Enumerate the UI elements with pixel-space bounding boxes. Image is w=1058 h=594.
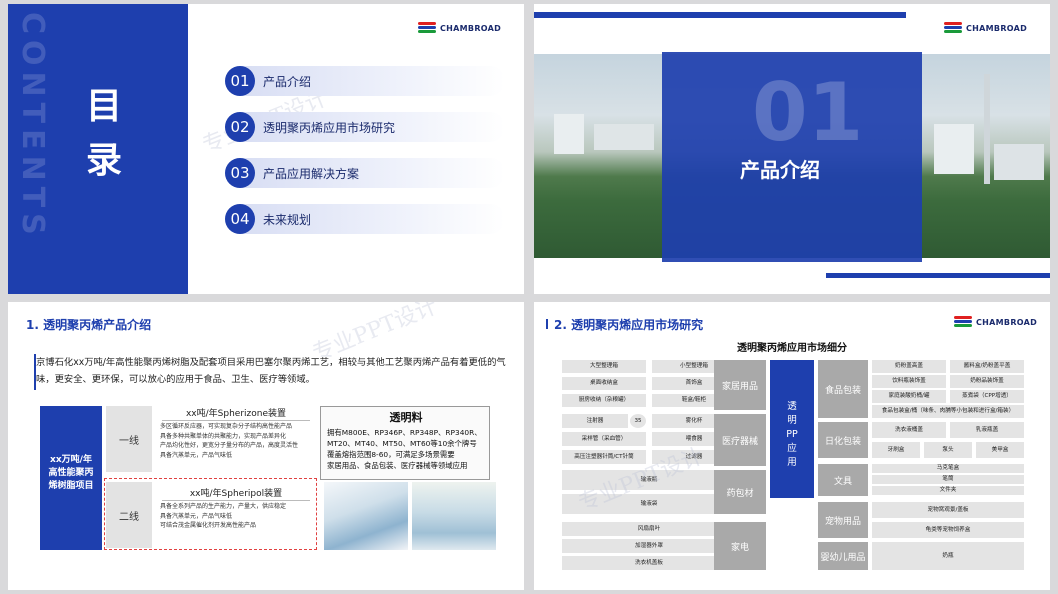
cell: 宠物窝观景/盖板 (872, 502, 1024, 518)
slide-title: 2. 透明聚丙烯应用市场研究 (554, 318, 704, 332)
slide-market-research[interactable]: 2. 透明聚丙烯应用市场研究 CHAMBROAD 透明聚丙烯应用市场细分 大型整… (534, 302, 1050, 590)
chambroad-logo: CHAMBROAD (954, 316, 1037, 328)
cell: 龟类等宠物饲养盒 (872, 522, 1024, 538)
line-2-label: 二线 (106, 482, 152, 548)
cell: 蒸煮袋（CPP增透） (950, 390, 1024, 403)
slide-section-01[interactable]: CHAMBROAD 01 产品介绍 (534, 4, 1050, 294)
project-box: xx万吨/年 高性能聚丙 烯树脂项目 (40, 406, 102, 550)
title-char-1: 目 (86, 86, 123, 127)
category-baby: 婴幼儿用品 (818, 542, 868, 570)
cell: 输液瓶 (562, 470, 736, 490)
cell: 家庭装酸奶桶/罐 (872, 390, 946, 403)
category-medical: 医疗器械 (714, 414, 766, 466)
cell: 风扇扇叶 (562, 522, 736, 536)
cell: 牙刷盒 (872, 442, 920, 458)
cell: 乳液瓶盖 (950, 422, 1024, 438)
menu-item-03[interactable]: 03 产品应用解决方案 (225, 158, 505, 188)
title-block: 目 录 (78, 69, 188, 199)
cell: 加湿器外罩 (562, 539, 736, 553)
cell: 洗衣机盖板 (562, 556, 736, 570)
slide-contents[interactable]: CONTENTS 目 录 CHAMBROAD 专业PPT设计 01 产品介绍 0… (8, 4, 524, 294)
cell: 马克笔盒 (872, 464, 1024, 473)
logo-mark-icon (954, 316, 972, 328)
category-home: 家居用品 (714, 360, 766, 410)
menu-item-04[interactable]: 04 未来规划 (225, 204, 505, 234)
cell: 桌面收纳盒 (562, 377, 646, 390)
cell: 奶粉品装饰盖 (950, 375, 1024, 388)
category-appliance: 家电 (714, 522, 766, 570)
section-title: 产品介绍 (740, 158, 820, 182)
contents-vertical-text: CONTENTS (15, 12, 50, 241)
cell: 奶瓶 (872, 542, 1024, 570)
medical-syringe-photo (324, 482, 408, 550)
cell: 大型整理箱 (562, 360, 646, 373)
spherizone-box: xx吨/年Spherizone装置 多区循环反应器，可实现复杂分子结构高性能产品… (156, 406, 316, 472)
slide-title: 1. 透明聚丙烯产品介绍 (26, 318, 152, 332)
menu-item-01[interactable]: 01 产品介绍 (225, 66, 505, 96)
logo-mark-icon (944, 22, 962, 34)
cell: 文件夹 (872, 486, 1024, 495)
food-container-photo (412, 482, 496, 550)
category-stationery: 文具 (818, 464, 868, 496)
chambroad-logo: CHAMBROAD (418, 22, 501, 34)
top-blue-bar (534, 12, 906, 18)
cell: 高压注塑器针筒/CT针筒 (562, 450, 646, 464)
category-daily-chem: 日化包装 (818, 422, 868, 458)
chambroad-logo: CHAMBROAD (944, 22, 1027, 34)
transparent-material-box: 透明料 拥有M800E、RP346P、RP348P、RP340R、 MT20、M… (320, 406, 490, 480)
category-pet: 宠物用品 (818, 502, 868, 538)
cell: 厨房收纳（杂粮罐） (562, 394, 646, 407)
cell: 35 (630, 414, 646, 428)
cell: 采样管（采血管） (562, 432, 646, 446)
logo-mark-icon (418, 22, 436, 34)
cell: 饮料瓶装饰盖 (872, 375, 946, 388)
slide-product-intro[interactable]: 1. 透明聚丙烯产品介绍 专业PPT设计 京博石化xx万吨/年高性能聚丙烯树脂及… (8, 302, 524, 590)
intro-paragraph: 京博石化xx万吨/年高性能聚丙烯树脂及配套项目采用巴塞尔聚丙烯工艺，相较与其他工… (36, 357, 506, 385)
title-accent (546, 319, 548, 329)
bottom-blue-bar (826, 273, 1050, 278)
spheripol-box: xx吨/年Spheripol装置 具备全系列产品的生产能力，产量大，供应稳定 具… (156, 486, 316, 552)
category-food: 食品包装 (818, 360, 868, 418)
center-label: 透 明 PP 应 用 (770, 360, 814, 498)
section-number: 01 (752, 66, 864, 159)
menu-item-02[interactable]: 02 透明聚丙烯应用市场研究 (225, 112, 505, 142)
cell: 洗衣液桶盖 (872, 422, 946, 438)
cell: 酱料盒/奶粉盖平盖 (950, 360, 1024, 373)
cell: 食品包装盒/桶（味条、肉脯等小包装和进行盒/箱装） (872, 405, 1024, 418)
cell: 笔筒 (872, 475, 1024, 484)
category-pharma: 药包材 (714, 470, 766, 514)
cell: 输液袋 (562, 494, 736, 514)
title-char-2: 录 (86, 140, 123, 181)
cell: 泵头 (924, 442, 972, 458)
table-title: 透明聚丙烯应用市场细分 (737, 343, 847, 354)
cell: 奶粉盖高盖 (872, 360, 946, 373)
cell: 注射器 (562, 414, 628, 428)
cell: 美甲盒 (976, 442, 1024, 458)
line-1-label: 一线 (106, 406, 152, 472)
